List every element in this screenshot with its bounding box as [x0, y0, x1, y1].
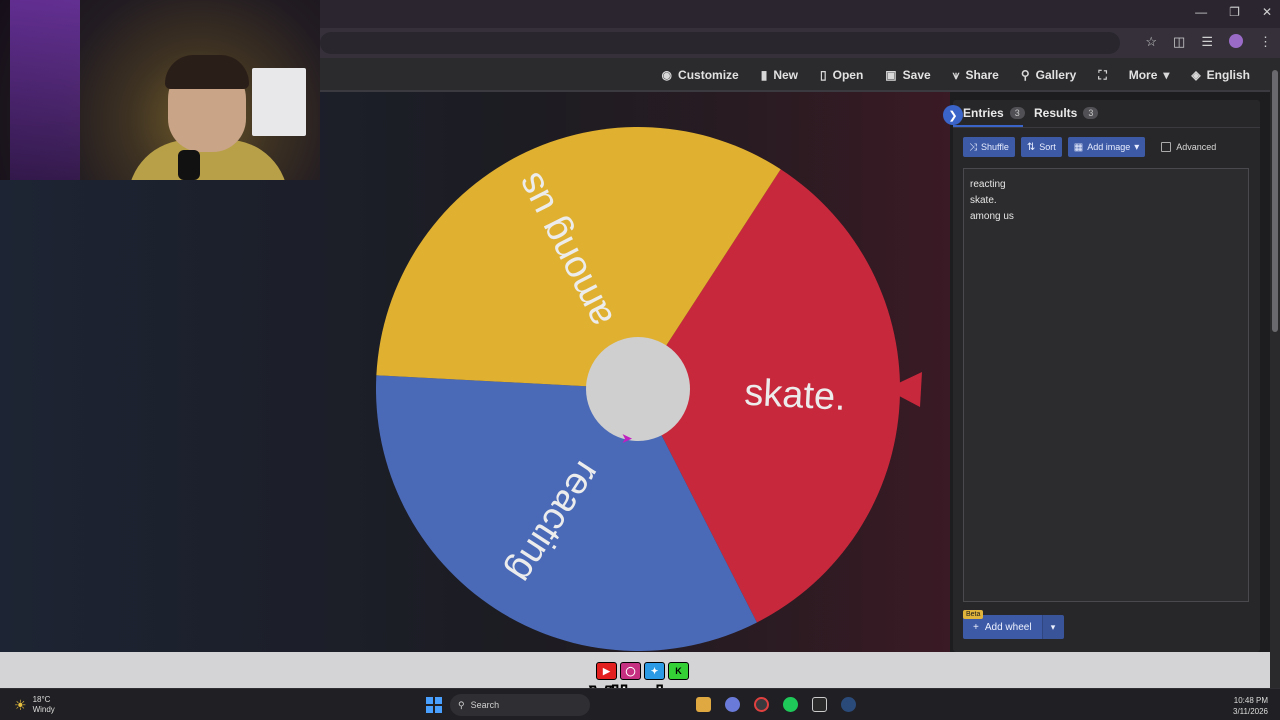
webcam-overlay — [0, 0, 320, 180]
entry-line: reacting — [970, 179, 1006, 190]
clock-time: 10:48 PM — [1233, 696, 1268, 705]
weather-temp: 18°C — [32, 695, 51, 704]
add-wheel-dropdown[interactable]: ▾ — [1041, 615, 1064, 639]
shuffle-icon: ⤨ — [969, 141, 977, 153]
entry-line: among us — [970, 211, 1014, 222]
entries-actions: ⤨ Shuffle ⇅ Sort ▦ Add image ▾ Advanced — [963, 137, 1216, 157]
minimize-icon[interactable]: — — [1195, 5, 1207, 19]
results-count-badge: 3 — [1083, 107, 1099, 119]
social-icons: ▶ ◯ ✦ K — [596, 662, 689, 680]
start-icon[interactable] — [426, 697, 442, 713]
entry-line: skate. — [970, 195, 997, 206]
chevron-right-icon: ❯ — [948, 109, 958, 122]
gallery-button[interactable]: ⚲ Gallery — [1021, 68, 1077, 82]
folder-icon: ▯ — [820, 68, 827, 82]
page-scrollbar[interactable] — [1270, 58, 1280, 688]
save-button[interactable]: ▣ Save — [885, 68, 930, 82]
fullscreen-button[interactable]: ⛶ — [1098, 68, 1106, 83]
weather-icon: ☀ — [14, 696, 27, 713]
entries-panel: ❯ Entries 3 Results 3 ⤨ Shuffle ⇅ Sort ▦… — [943, 100, 1260, 652]
youtube-icon: ▶ — [596, 662, 617, 680]
tab-results[interactable]: Results 3 — [1034, 106, 1099, 120]
chevron-down-icon: ▾ — [1134, 141, 1140, 153]
chrome-icon[interactable] — [754, 697, 769, 712]
search-icon: ⚲ — [458, 699, 465, 710]
open-button[interactable]: ▯ Open — [820, 68, 863, 82]
system-clock[interactable]: 10:48 PM 3/11/2026 — [1233, 695, 1268, 717]
tab-entries[interactable]: Entries 3 — [963, 106, 1025, 120]
sort-button[interactable]: ⇅ Sort — [1020, 137, 1062, 157]
menu-icon[interactable]: ⋮ — [1259, 34, 1272, 50]
window-controls: — ❐ ✕ — [1195, 5, 1272, 19]
mouse-cursor-icon: ➤ — [621, 430, 633, 446]
entries-textarea[interactable]: reacting skate. among us — [963, 168, 1249, 602]
weather-widget[interactable]: ☀ 18°C Windy — [14, 695, 55, 715]
more-button[interactable]: More ▾ — [1129, 68, 1170, 82]
panel-tabs: ❯ Entries 3 Results 3 — [943, 100, 1260, 128]
sort-icon: ⇅ — [1026, 141, 1036, 153]
taskbar-apps — [696, 697, 856, 712]
spotify-icon[interactable] — [783, 697, 798, 712]
advanced-checkbox[interactable] — [1161, 142, 1172, 152]
weather-desc: Windy — [32, 705, 55, 714]
wheel-segment-label: skate. — [743, 372, 846, 419]
entries-count-badge: 3 — [1009, 107, 1025, 119]
browser-actions: ☆ ◫ ☰ ⋮ — [1145, 34, 1272, 50]
profile-avatar[interactable] — [1229, 34, 1243, 48]
file-icon: ▮ — [760, 68, 768, 82]
new-button[interactable]: ▮ New — [761, 68, 798, 82]
steam-icon[interactable] — [841, 697, 856, 712]
plus-icon: + — [973, 621, 979, 633]
taskbar-search[interactable]: ⚲ Search — [450, 694, 590, 716]
advanced-toggle[interactable]: Advanced — [1161, 142, 1216, 152]
extensions-icon[interactable]: ◫ — [1173, 34, 1185, 50]
chevron-down-icon: ▾ — [1050, 621, 1056, 632]
save-icon: ▣ — [885, 68, 897, 82]
epic-games-icon[interactable] — [812, 697, 827, 712]
fullscreen-icon: ⛶ — [1098, 67, 1107, 82]
add-image-button[interactable]: ▦ Add image ▾ — [1067, 137, 1146, 157]
language-button[interactable]: ◈ English — [1191, 68, 1250, 82]
star-icon[interactable]: ☆ — [1145, 34, 1157, 50]
close-icon[interactable]: ✕ — [1262, 5, 1272, 19]
globe-icon: ◈ — [1191, 68, 1201, 82]
clock-date: 3/11/2026 — [1233, 707, 1268, 716]
os-taskbar: ☀ 18°C Windy ⚲ Search 10:48 PM 3/11/2026 — [0, 688, 1280, 720]
twitter-icon: ✦ — [644, 662, 665, 680]
restore-icon[interactable]: ❐ — [1229, 5, 1240, 19]
scrollbar-thumb[interactable] — [1272, 70, 1278, 332]
customize-button[interactable]: ◉ Customize — [662, 68, 739, 82]
beta-badge: Beta — [963, 610, 984, 619]
share-icon: ⩛ — [952, 67, 960, 82]
kick-icon: K — [668, 662, 689, 680]
collapse-panel-button[interactable]: ❯ — [943, 105, 963, 125]
share-button[interactable]: ⩛ Share — [953, 68, 999, 83]
search-icon: ⚲ — [1020, 68, 1030, 82]
palette-icon: ◉ — [661, 68, 673, 82]
wheel-hub[interactable] — [586, 337, 690, 441]
image-icon: ▦ — [1073, 141, 1084, 153]
url-field[interactable] — [320, 32, 1120, 54]
active-tab-indicator — [953, 125, 1023, 127]
discord-icon[interactable] — [725, 697, 740, 712]
chevron-down-icon: ▾ — [1163, 68, 1170, 82]
instagram-icon: ◯ — [620, 662, 641, 680]
file-explorer-icon[interactable] — [696, 697, 711, 712]
media-icon[interactable]: ☰ — [1201, 34, 1213, 50]
shuffle-button[interactable]: ⤨ Shuffle — [963, 137, 1015, 157]
